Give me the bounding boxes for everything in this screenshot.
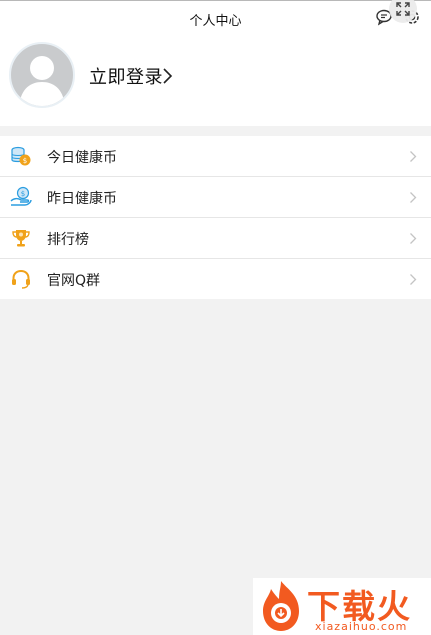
menu-item-label: 官网Q群	[47, 273, 101, 289]
menu-item-label: 今日健康币	[47, 150, 117, 166]
avatar[interactable]	[9, 42, 75, 108]
chevron-right-icon	[410, 151, 417, 162]
menu-item-label: 排行榜	[47, 232, 89, 248]
svg-text:$: $	[23, 157, 27, 165]
menu-item-yesterday-coins[interactable]: $ 昨日健康币	[0, 177, 431, 218]
watermark-site: xiazaihuo.com	[315, 620, 408, 633]
page-title: 个人中心	[189, 14, 242, 29]
menu-item-qq-group[interactable]: 官网Q群	[0, 259, 431, 299]
trophy-icon	[12, 230, 30, 247]
chevron-right-icon	[410, 274, 417, 285]
profile-header: 立即登录	[0, 34, 431, 126]
menu-item-leaderboard[interactable]: 排行榜	[0, 218, 431, 259]
chevron-right-icon[interactable]	[162, 67, 174, 85]
chevron-right-icon	[410, 233, 417, 244]
menu-list: $ 今日健康币 $ 昨日健康币 排行榜 官网Q群	[0, 136, 431, 299]
flame-logo-icon	[263, 581, 299, 631]
expand-icon	[396, 2, 410, 16]
watermark: 下载火 xiazaihuo.com	[253, 578, 431, 635]
coins-stack-icon: $	[11, 146, 31, 166]
coin-hand-icon: $	[10, 186, 32, 206]
menu-item-label: 昨日健康币	[47, 191, 117, 207]
login-link[interactable]: 立即登录	[89, 63, 163, 89]
default-avatar-icon	[19, 56, 65, 106]
top-bar: 个人中心	[0, 0, 431, 34]
chevron-right-icon	[410, 192, 417, 203]
menu-item-today-coins[interactable]: $ 今日健康币	[0, 136, 431, 177]
svg-text:$: $	[21, 190, 25, 198]
headset-icon	[12, 269, 30, 289]
